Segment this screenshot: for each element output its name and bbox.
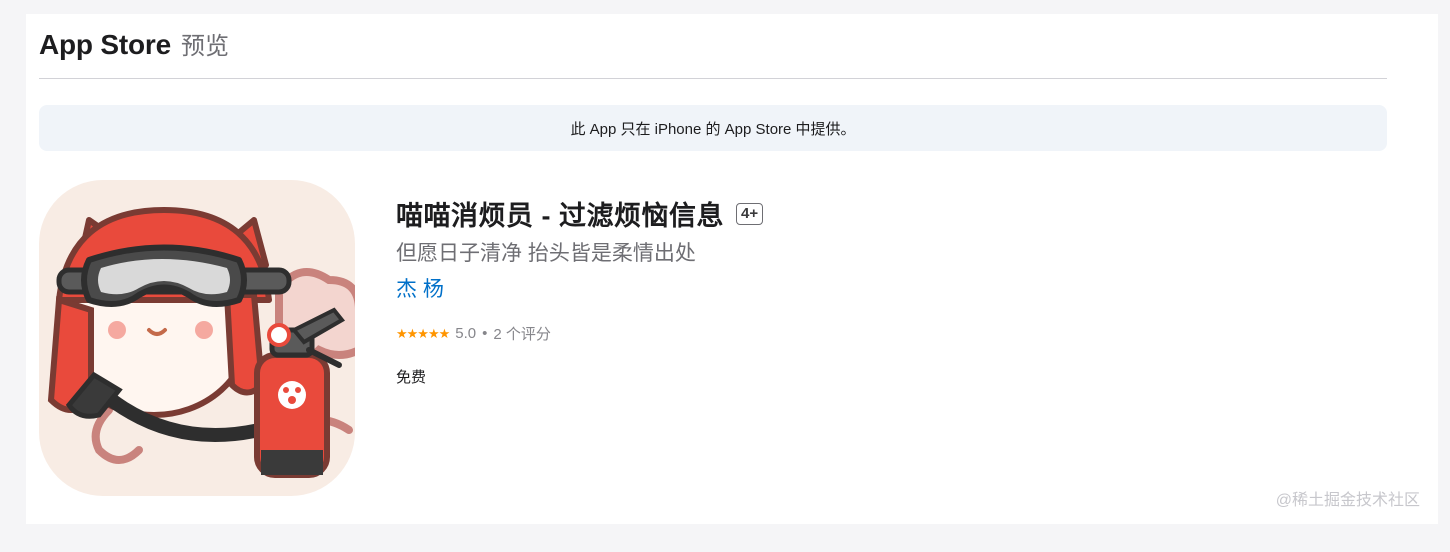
app-title: 喵喵消烦员 - 过滤烦恼信息 bbox=[396, 201, 724, 231]
app-store-brand[interactable]: App Store bbox=[39, 29, 171, 61]
rating-count: 2 个评分 bbox=[493, 326, 551, 343]
app-info: 喵喵消烦员 - 过滤烦恼信息 4+ 但愿日子清净 抬头皆是柔情出处 杰 杨 ★★… bbox=[396, 194, 1296, 387]
rating-score: 5.0 bbox=[455, 325, 477, 342]
rating-separator: • bbox=[482, 325, 488, 342]
title-row: 喵喵消烦员 - 过滤烦恼信息 4+ bbox=[396, 194, 1296, 233]
price-label: 免费 bbox=[396, 369, 427, 386]
age-rating-badge: 4+ bbox=[736, 202, 764, 225]
developer-link[interactable]: 杰 杨 bbox=[396, 273, 1296, 303]
header-divider bbox=[39, 78, 1387, 79]
app-icon bbox=[39, 180, 355, 496]
preview-label: 预览 bbox=[180, 33, 229, 60]
fire-extinguisher-cat-icon bbox=[39, 180, 355, 496]
star-rating-icon: ★★★★★ bbox=[396, 325, 450, 341]
page-header: App Store 预览 bbox=[39, 26, 229, 66]
iphone-only-notice: 此 App 只在 iPhone 的 App Store 中提供。 bbox=[39, 105, 1387, 151]
notice-text: 此 App 只在 iPhone 的 App Store 中提供。 bbox=[570, 120, 856, 138]
watermark: @稀土掘金技术社区 bbox=[1275, 492, 1420, 509]
app-preview-card: App Store 预览 此 App 只在 iPhone 的 App Store… bbox=[26, 14, 1438, 524]
app-subtitle: 但愿日子清净 抬头皆是柔情出处 bbox=[396, 242, 696, 265]
rating-row: ★★★★★ 5.0 • 2 个评分 bbox=[396, 323, 1296, 344]
